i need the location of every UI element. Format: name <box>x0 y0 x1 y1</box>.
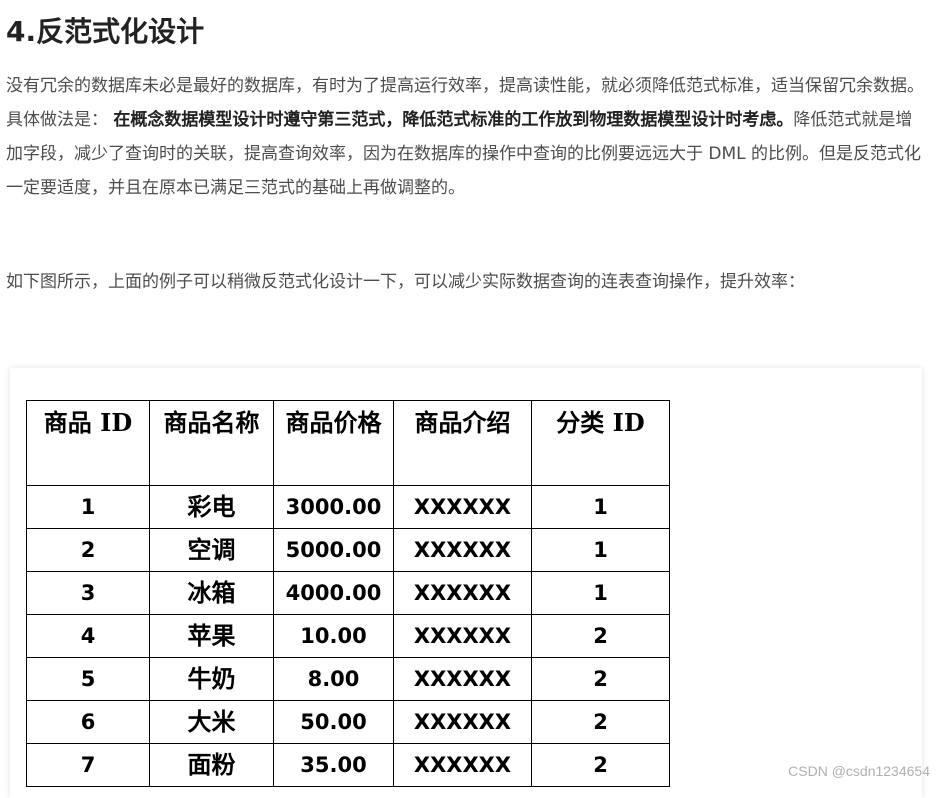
cell-category: 2 <box>531 700 670 744</box>
cell-price: 35.00 <box>273 743 394 787</box>
cell-intro: XXXXXX <box>393 657 532 701</box>
cell-id: 7 <box>26 743 150 787</box>
header-category-id: 分类 ID <box>531 400 670 486</box>
table-row: 2 空调 5000.00 XXXXXX 1 <box>26 528 670 572</box>
paragraph-denormalization-intro: 没有冗余的数据库未必是最好的数据库，有时为了提高运行效率，提高读性能，就必须降低… <box>6 69 928 205</box>
header-goods-intro: 商品介绍 <box>393 400 532 486</box>
cell-price: 4000.00 <box>273 571 394 615</box>
cell-category: 2 <box>531 657 670 701</box>
cell-price: 50.00 <box>273 700 394 744</box>
cell-id: 1 <box>26 485 150 529</box>
table-figure: 商品 ID 商品名称 商品价格 商品介绍 分类 ID 1 彩电 3000.00 … <box>10 368 922 798</box>
header-goods-name: 商品名称 <box>149 400 274 486</box>
cell-category: 2 <box>531 743 670 787</box>
table-row: 6 大米 50.00 XXXXXX 2 <box>26 700 670 744</box>
table-row: 3 冰箱 4000.00 XXXXXX 1 <box>26 571 670 615</box>
table-header-row: 商品 ID 商品名称 商品价格 商品介绍 分类 ID <box>26 400 670 486</box>
cell-id: 4 <box>26 614 150 658</box>
cell-name: 大米 <box>149 700 274 744</box>
cell-intro: XXXXXX <box>393 743 532 787</box>
cell-intro: XXXXXX <box>393 528 532 572</box>
paragraph-bold-text: 在概念数据模型设计时遵守第三范式，降低范式标准的工作放到物理数据模型设计时考虑。 <box>113 110 794 130</box>
cell-price: 8.00 <box>273 657 394 701</box>
cell-category: 1 <box>531 528 670 572</box>
paragraph-figure-intro: 如下图所示，上面的例子可以稍微反范式化设计一下，可以减少实际数据查询的连表查询操… <box>6 272 805 292</box>
cell-name: 牛奶 <box>149 657 274 701</box>
cell-name: 空调 <box>149 528 274 572</box>
cell-price: 5000.00 <box>273 528 394 572</box>
cell-id: 6 <box>26 700 150 744</box>
table-row: 7 面粉 35.00 XXXXXX 2 <box>26 743 670 787</box>
cell-intro: XXXXXX <box>393 485 532 529</box>
section-heading: 4.反范式化设计 <box>6 15 205 48</box>
cell-name: 冰箱 <box>149 571 274 615</box>
cell-name: 彩电 <box>149 485 274 529</box>
cell-category: 1 <box>531 485 670 529</box>
cell-category: 2 <box>531 614 670 658</box>
header-goods-id: 商品 ID <box>26 400 150 486</box>
cell-intro: XXXXXX <box>393 700 532 744</box>
table-row: 5 牛奶 8.00 XXXXXX 2 <box>26 657 670 701</box>
table-row: 4 苹果 10.00 XXXXXX 2 <box>26 614 670 658</box>
cell-name: 苹果 <box>149 614 274 658</box>
cell-id: 3 <box>26 571 150 615</box>
cell-price: 3000.00 <box>273 485 394 529</box>
cell-category: 1 <box>531 571 670 615</box>
cell-name: 面粉 <box>149 743 274 787</box>
table-row: 1 彩电 3000.00 XXXXXX 1 <box>26 485 670 529</box>
cell-intro: XXXXXX <box>393 571 532 615</box>
cell-id: 5 <box>26 657 150 701</box>
cell-price: 10.00 <box>273 614 394 658</box>
cell-intro: XXXXXX <box>393 614 532 658</box>
watermark-text: CSDN @csdn1234654 <box>788 763 930 779</box>
cell-id: 2 <box>26 528 150 572</box>
goods-table: 商品 ID 商品名称 商品价格 商品介绍 分类 ID 1 彩电 3000.00 … <box>26 400 670 787</box>
header-goods-price: 商品价格 <box>273 400 394 486</box>
